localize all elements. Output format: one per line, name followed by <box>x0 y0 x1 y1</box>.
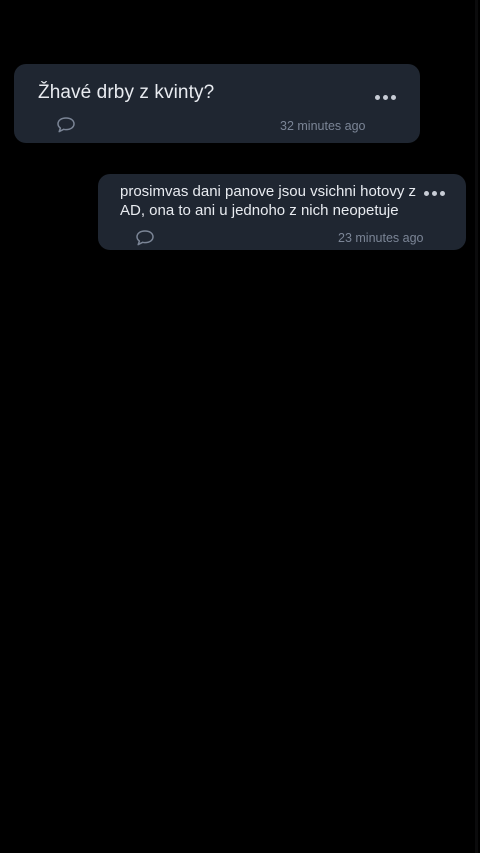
scrollbar-track[interactable] <box>475 0 478 853</box>
more-horizontal-icon[interactable] <box>371 90 399 104</box>
comment-bubble-svg <box>57 117 75 133</box>
comment-bubble-svg <box>136 230 154 246</box>
more-dot <box>439 190 445 196</box>
reply-card[interactable]: prosimvas dani panove jsou vsichni hotov… <box>98 174 466 250</box>
thread-screen: Žhavé drby z kvinty? 32 minutes ago pros… <box>0 0 480 853</box>
more-dot <box>382 94 388 100</box>
reply-text: prosimvas dani panove jsou vsichni hotov… <box>120 183 416 219</box>
post-title: Žhavé drby z kvinty? <box>38 82 215 103</box>
comment-bubble-icon[interactable] <box>56 116 76 134</box>
reply-timestamp: 23 minutes ago <box>338 231 424 245</box>
more-dot <box>431 190 437 196</box>
post-card[interactable]: Žhavé drby z kvinty? 32 minutes ago <box>14 64 420 143</box>
more-horizontal-icon[interactable] <box>420 186 448 200</box>
more-dot <box>374 94 380 100</box>
more-dot <box>390 94 396 100</box>
more-dot <box>423 190 429 196</box>
post-timestamp: 32 minutes ago <box>280 119 366 133</box>
comment-bubble-icon[interactable] <box>135 229 155 247</box>
